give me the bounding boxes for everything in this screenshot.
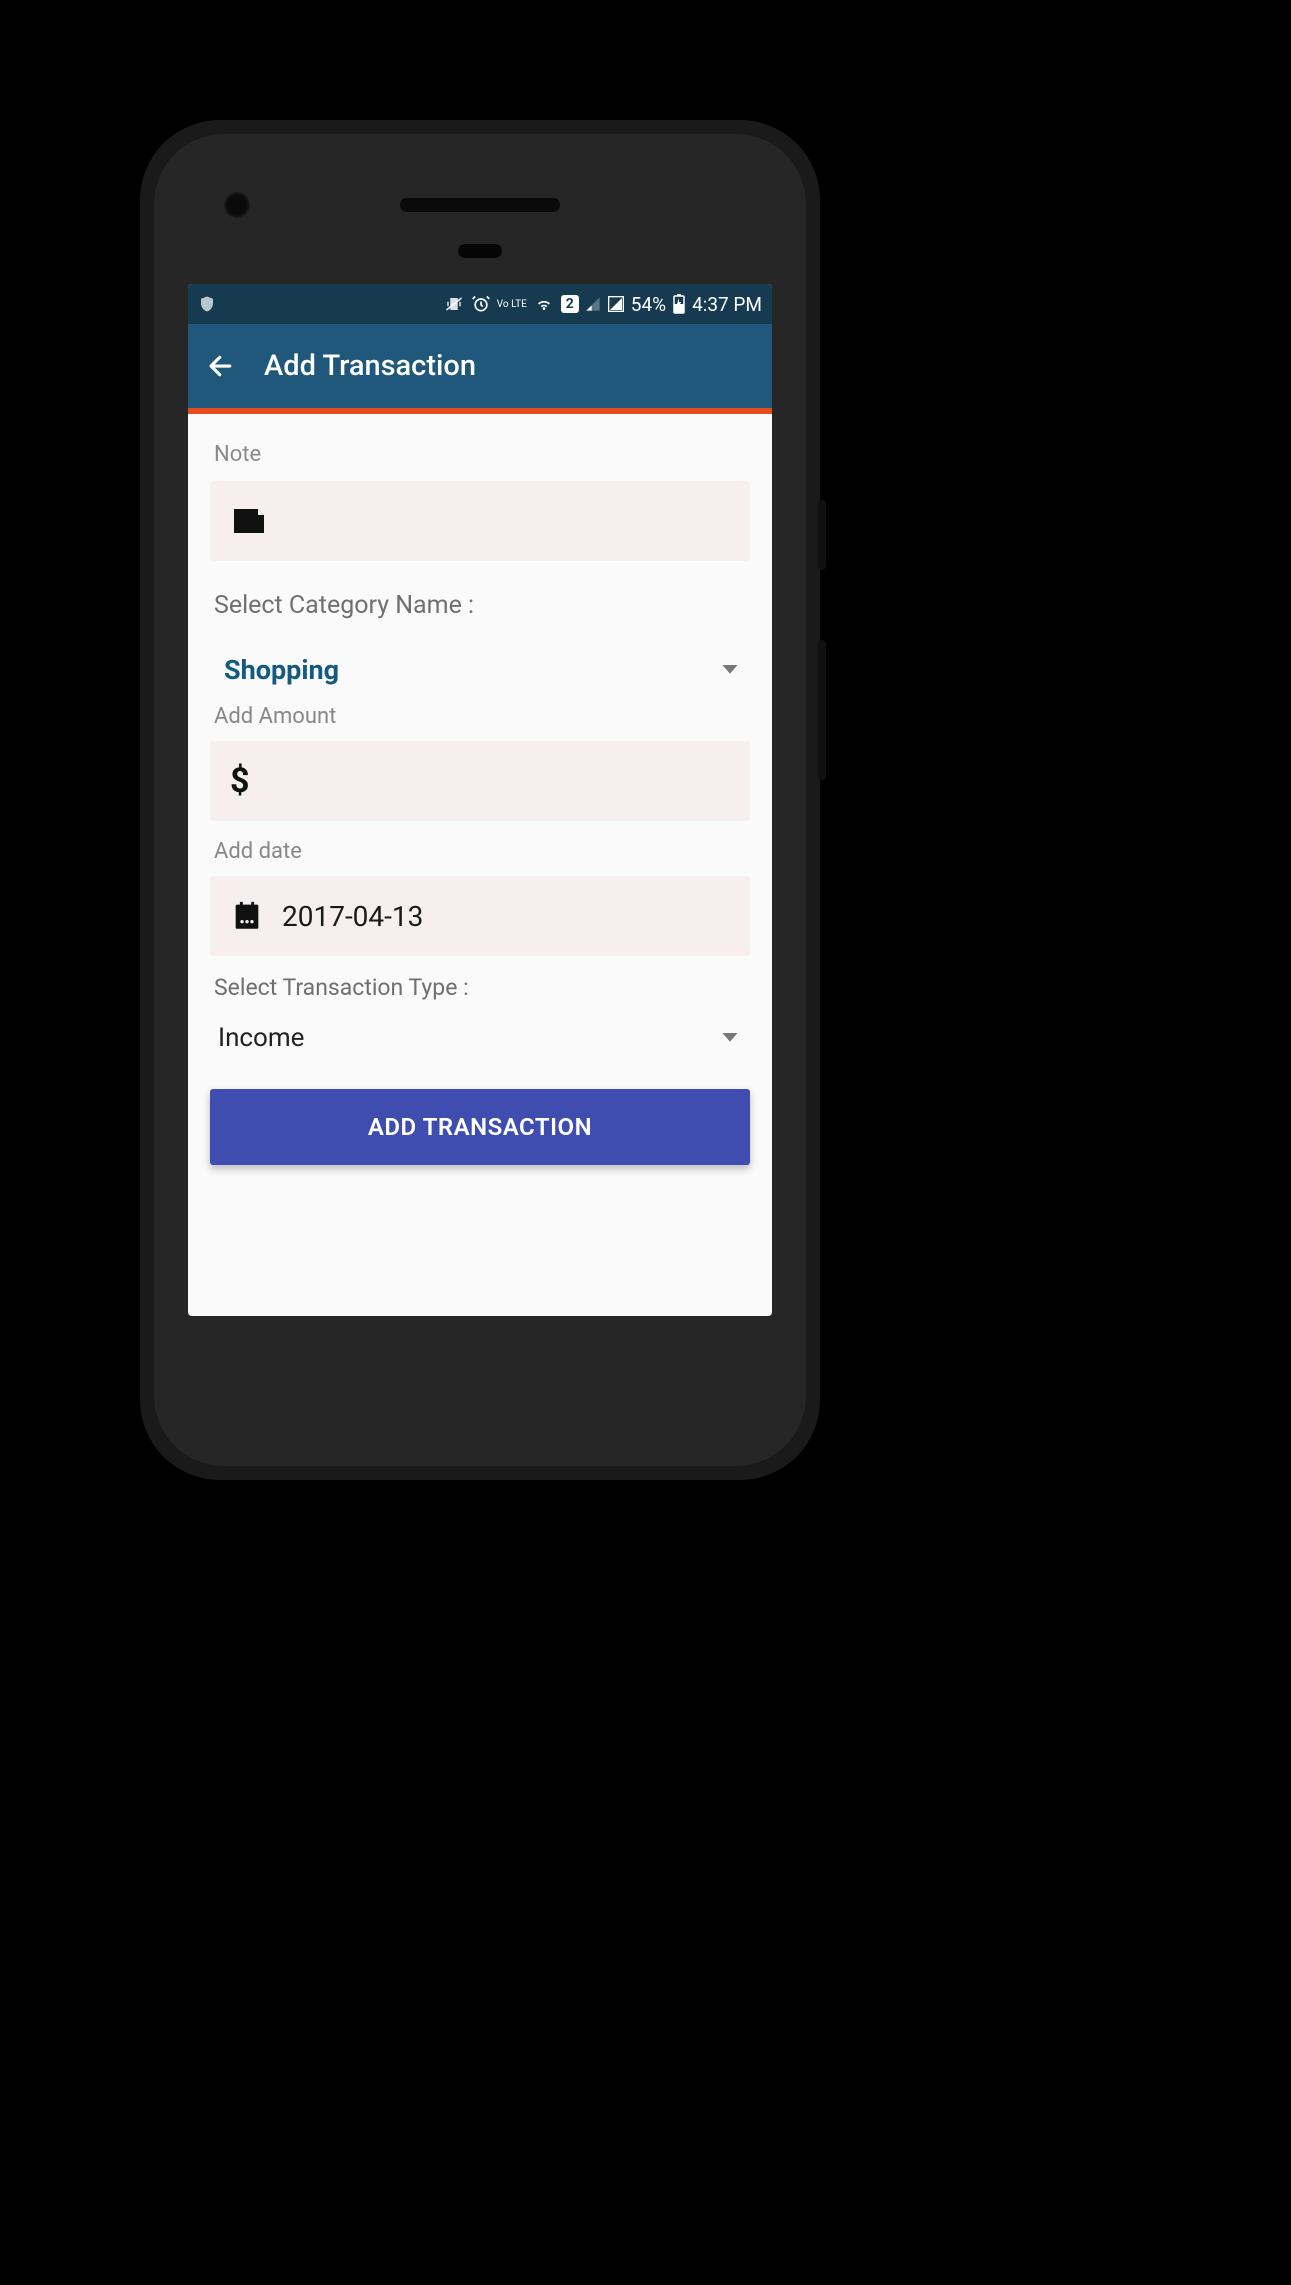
phone-frame: Vo LTE 2 54% xyxy=(140,120,820,1480)
battery-charging-icon xyxy=(672,294,686,314)
category-value: Shopping xyxy=(224,654,339,686)
wifi-icon xyxy=(533,295,555,313)
status-bar: Vo LTE 2 54% xyxy=(188,284,772,324)
date-value: 2017-04-13 xyxy=(282,900,423,933)
back-button[interactable] xyxy=(206,351,236,381)
form-content: Note Select Category Name : Shopping Add… xyxy=(188,414,772,1316)
arrow-left-icon xyxy=(206,351,236,381)
amount-input[interactable] xyxy=(268,766,730,796)
chevron-down-icon xyxy=(722,1033,738,1043)
screen: Vo LTE 2 54% xyxy=(188,284,772,1316)
category-label: Select Category Name : xyxy=(214,591,750,620)
note-label: Note xyxy=(214,442,750,467)
vibrate-mute-icon xyxy=(443,295,465,313)
phone-camera xyxy=(224,192,250,218)
signal-weak-icon xyxy=(585,296,601,312)
app-bar: Add Transaction xyxy=(188,324,772,408)
phone-sensor xyxy=(458,244,502,258)
note-icon xyxy=(230,506,268,536)
amount-label: Add Amount xyxy=(214,704,750,729)
sim-badge-icon: 2 xyxy=(561,295,579,313)
submit-label: ADD TRANSACTION xyxy=(368,1113,592,1141)
chevron-down-icon xyxy=(722,665,738,675)
battery-percent: 54% xyxy=(631,293,666,316)
calendar-icon xyxy=(230,899,264,933)
phone-power-button xyxy=(818,500,826,570)
phone-bezel: Vo LTE 2 54% xyxy=(154,134,806,1466)
dollar-icon: $ xyxy=(230,761,250,801)
amount-field[interactable]: $ xyxy=(210,741,750,821)
date-field[interactable]: 2017-04-13 xyxy=(210,876,750,956)
type-dropdown[interactable]: Income xyxy=(210,1013,750,1063)
type-value: Income xyxy=(218,1023,304,1053)
signal-strong-icon xyxy=(607,296,625,312)
date-label: Add date xyxy=(214,839,750,864)
add-transaction-button[interactable]: ADD TRANSACTION xyxy=(210,1089,750,1165)
category-dropdown[interactable]: Shopping xyxy=(210,644,750,696)
phone-volume-button xyxy=(818,640,826,780)
volte-icon: Vo LTE xyxy=(497,300,527,309)
shield-icon xyxy=(198,294,216,314)
note-input[interactable] xyxy=(286,506,730,536)
note-field[interactable] xyxy=(210,481,750,561)
status-time: 4:37 PM xyxy=(692,293,762,316)
phone-speaker xyxy=(400,198,560,212)
alarm-icon xyxy=(471,294,491,314)
type-label: Select Transaction Type : xyxy=(214,974,750,1001)
page-title: Add Transaction xyxy=(264,349,476,383)
